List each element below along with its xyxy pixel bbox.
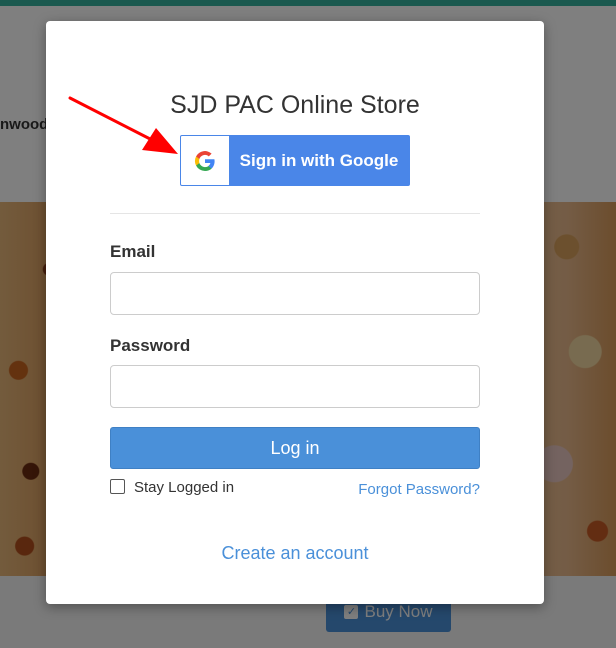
log-in-button[interactable]: Log in xyxy=(110,427,480,469)
google-icon xyxy=(181,136,229,185)
password-field[interactable] xyxy=(110,365,480,408)
divider xyxy=(110,213,480,214)
email-label: Email xyxy=(110,242,156,261)
red-arrow-icon xyxy=(68,96,178,154)
password-label: Password xyxy=(110,336,191,355)
email-field[interactable] xyxy=(110,272,480,315)
create-account-link[interactable]: Create an account xyxy=(46,543,544,564)
stay-logged-in-label[interactable]: Stay Logged in xyxy=(134,479,234,496)
forgot-password-link[interactable]: Forgot Password? xyxy=(358,481,480,498)
google-sign-in-label: Sign in with Google xyxy=(239,150,399,170)
stay-logged-in-checkbox[interactable] xyxy=(110,479,125,494)
stay-logged-in-row: Stay Logged in xyxy=(110,479,234,496)
google-sign-in-button[interactable]: Sign in with Google xyxy=(180,135,410,186)
